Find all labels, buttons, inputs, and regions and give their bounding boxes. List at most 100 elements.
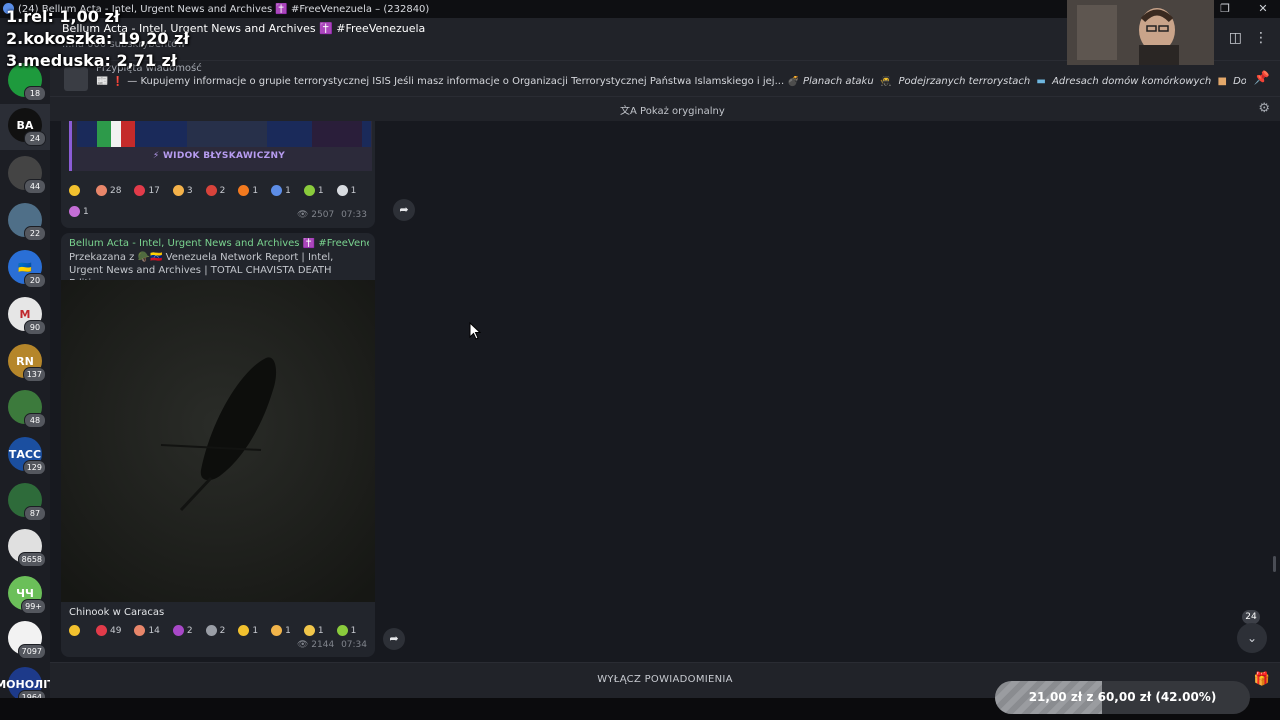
gift-icon[interactable]: 🎁: [1254, 672, 1270, 687]
unread-badge: 48: [24, 413, 46, 428]
unread-badge: 129: [22, 460, 46, 475]
reaction-chip[interactable]: 17: [134, 184, 164, 198]
reaction-emoji-icon: [238, 185, 250, 196]
unread-badge: 22: [24, 226, 46, 241]
reaction-chip[interactable]: 1: [336, 184, 362, 198]
reaction-chip[interactable]: 1: [303, 624, 329, 638]
unread-badge: 8658: [17, 552, 46, 567]
translate-icon: 文A: [620, 106, 641, 117]
unread-count-badge: 24: [1242, 610, 1260, 624]
reaction-chip[interactable]: 2: [205, 624, 231, 638]
reaction-count: 1: [350, 186, 357, 196]
reaction-chip[interactable]: 2: [172, 624, 198, 638]
unread-badge: 24: [24, 131, 46, 146]
leaderboard-entry: 1.rel: 1,00 zł: [6, 7, 120, 26]
view-count: 2507: [311, 210, 335, 220]
pinned-emoji-icon: ▬: [1036, 76, 1046, 87]
show-original-button[interactable]: 文A Pokaż oryginalny: [620, 102, 725, 117]
reaction-chip[interactable]: 1: [303, 184, 329, 198]
chat-list-item[interactable]: 87: [8, 483, 46, 521]
reaction-chip[interactable]: 1: [238, 184, 263, 198]
chat-list-item[interactable]: ЧЧ 99+: [8, 576, 46, 614]
scroll-to-bottom-button[interactable]: ⌄: [1237, 623, 1267, 653]
chat-list-item[interactable]: 7097: [8, 621, 46, 659]
close-icon[interactable]: ✕: [1248, 0, 1278, 18]
chat-list-item[interactable]: BA 24: [8, 108, 46, 146]
message-time: 07:33: [341, 210, 367, 220]
reaction-emoji-icon: [69, 206, 80, 217]
sidebar-toggle-icon[interactable]: ◫: [1229, 30, 1242, 46]
message-bubble[interactable]: ⚡ WIDOK BŁYSKAWICZNY 28 17 3 2 1 1 1 1 1 👁 2507…: [61, 121, 375, 228]
reaction-count: 17: [148, 186, 160, 196]
reaction-bar: 1: [69, 205, 102, 219]
video-player[interactable]: [61, 280, 375, 602]
reaction-chip[interactable]: [69, 184, 88, 198]
pinned-item: Planach ataku: [802, 76, 874, 87]
view-count: 2144: [311, 640, 335, 650]
chat-list-item[interactable]: M 90: [8, 297, 46, 335]
chat-list-item[interactable]: 🇺🇦 20: [8, 250, 46, 288]
unread-badge: 87: [24, 506, 46, 521]
reaction-count: 1: [350, 626, 357, 636]
message-sender[interactable]: Bellum Acta - Intel, Urgent News and Arc…: [69, 238, 369, 249]
chat-list-item[interactable]: 48: [8, 390, 46, 428]
donation-goal-text: 21,00 zł z 60,00 zł (42.00%): [1028, 690, 1217, 704]
chevron-down-icon: ⌄: [1246, 631, 1258, 645]
reaction-chip[interactable]: 3: [172, 184, 198, 198]
translate-settings-icon[interactable]: ⚙: [1258, 101, 1270, 116]
reaction-bar: 49 14 2 2 1 1 1 1: [69, 624, 369, 638]
reaction-count: 28: [110, 186, 122, 196]
reaction-chip[interactable]: 1: [271, 624, 296, 638]
donation-leaderboard: 1.rel: 1,00 zł 2.kokoszka: 19,20 zł 3.me…: [6, 6, 189, 72]
forward-icon[interactable]: ➦: [393, 199, 415, 221]
reaction-chip[interactable]: [69, 624, 88, 638]
scrollbar-thumb[interactable]: [1273, 556, 1276, 572]
translate-bar: 文A Pokaż oryginalny ⚙: [50, 96, 1280, 121]
reaction-emoji-icon: [271, 625, 283, 636]
reaction-count: 3: [186, 186, 193, 196]
chat-list-item[interactable]: МОНОЛІТ1964: [0, 667, 55, 705]
reaction-emoji-icon: [336, 185, 348, 196]
reaction-chip[interactable]: 1: [336, 624, 362, 638]
reaction-chip[interactable]: 49: [96, 624, 126, 638]
reaction-count: 1: [285, 626, 291, 636]
message-area[interactable]: ⚡ WIDOK BŁYSKAWICZNY 28 17 3 2 1 1 1 1 1 👁 2507…: [50, 121, 1280, 662]
instant-view-button[interactable]: ⚡ WIDOK BŁYSKAWICZNY: [69, 151, 369, 161]
chat-list-item[interactable]: ТАСС 129: [8, 437, 46, 475]
reaction-chip[interactable]: 28: [96, 184, 126, 198]
restore-icon[interactable]: ❐: [1210, 0, 1240, 18]
pinned-emoji-icon: ■: [1217, 76, 1227, 87]
unpin-icon[interactable]: 📌: [1254, 71, 1270, 86]
chat-list-item[interactable]: 8658: [8, 529, 46, 567]
chat-list-item[interactable]: RN 137: [8, 344, 46, 382]
reaction-emoji-icon: [205, 185, 217, 196]
message-caption: Chinook w Caracas: [69, 607, 165, 618]
reaction-chip[interactable]: 2: [205, 184, 231, 198]
reaction-count: 1: [285, 186, 291, 196]
chat-list-item[interactable]: 22: [8, 203, 46, 241]
reaction-emoji-icon: [336, 625, 348, 636]
pinned-item: Podejrzanych terrorystach: [898, 76, 1031, 87]
views-icon: 👁: [296, 640, 312, 650]
reaction-emoji-icon: [69, 625, 80, 636]
message-meta: 👁 2507 07:33: [297, 210, 367, 220]
reaction-count: 2: [219, 186, 226, 196]
reaction-bar: 28 17 3 2 1 1 1 1: [69, 184, 369, 198]
message-meta: 👁 2144 07:34: [297, 640, 367, 650]
chat-list-item[interactable]: 44: [8, 156, 46, 194]
unread-badge: 44: [24, 179, 46, 194]
preview-image[interactable]: [77, 121, 371, 147]
forward-icon[interactable]: ➦: [383, 628, 405, 650]
pinned-message-bar[interactable]: Przypięta wiadomość 📰 ❗ — Kupujemy infor…: [50, 60, 1280, 97]
mouse-cursor-icon: [469, 322, 481, 340]
reaction-chip[interactable]: 1: [69, 205, 94, 219]
more-options-icon[interactable]: ⋮: [1254, 30, 1268, 46]
unread-badge: 137: [22, 367, 46, 382]
reaction-chip[interactable]: 1: [271, 184, 296, 198]
show-original-label: Pokaż oryginalny: [640, 106, 725, 117]
reaction-chip[interactable]: 14: [134, 624, 164, 638]
reaction-emoji-icon: [172, 625, 184, 636]
message-bubble[interactable]: Bellum Acta - Intel, Urgent News and Arc…: [61, 233, 375, 657]
leaderboard-entry: 2.kokoszka: 19,20 zł: [6, 29, 190, 48]
reaction-chip[interactable]: 1: [238, 624, 263, 638]
